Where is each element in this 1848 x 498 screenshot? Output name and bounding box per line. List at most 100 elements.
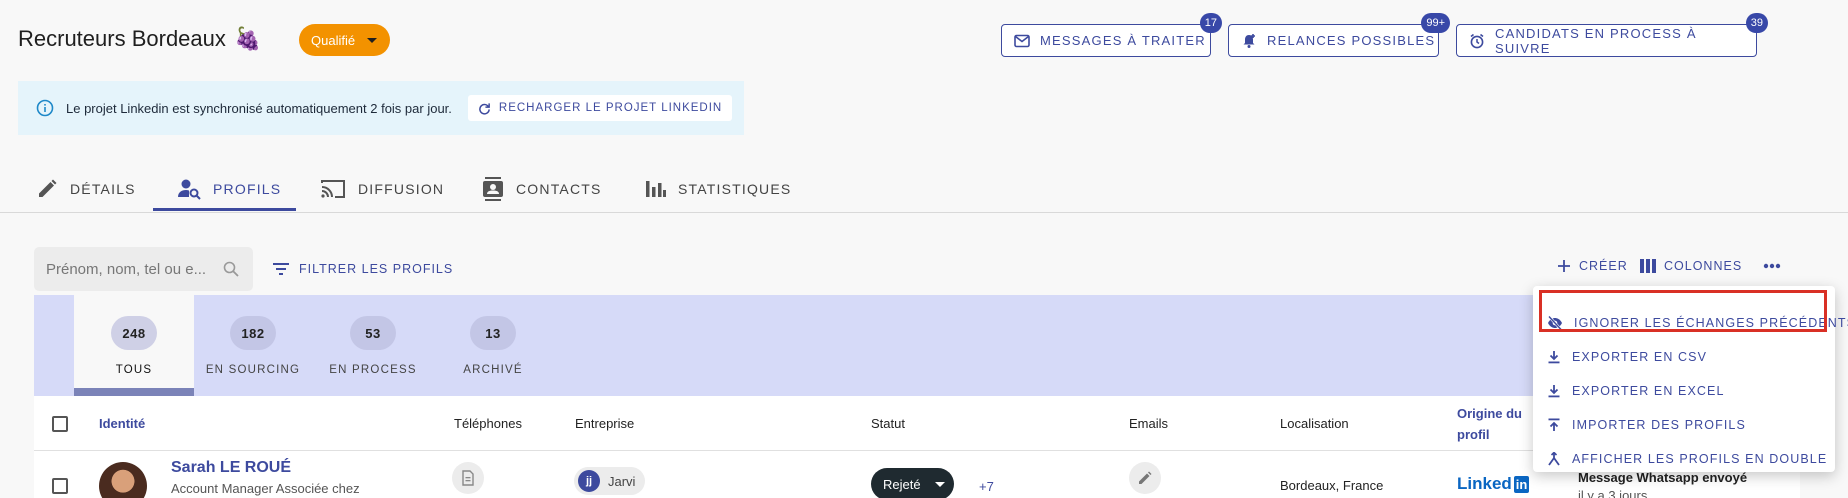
menu-item-show-duplicates[interactable]: AFFICHER LES PROFILS EN DOUBLE (1547, 448, 1827, 470)
candidate-status-dropdown[interactable]: Rejeté (871, 468, 954, 498)
filter-icon (273, 263, 289, 275)
columns-icon (1640, 259, 1656, 273)
phone-document-button[interactable] (452, 462, 484, 494)
more-horizontal-icon (1763, 263, 1781, 269)
reload-linkedin-project-button[interactable]: RECHARGER LE PROJET LINKEDIN (467, 95, 733, 121)
pencil-icon (36, 178, 58, 200)
mail-icon (1014, 34, 1030, 48)
create-button[interactable]: CRÉER (1557, 252, 1628, 280)
row-checkbox[interactable] (52, 478, 68, 494)
tab-statistics[interactable]: STATISTIQUES (646, 165, 791, 213)
refresh-icon (478, 102, 491, 115)
column-header-emails[interactable]: Emails (1129, 416, 1168, 431)
subtab-archived[interactable]: 13 ARCHIVÉ (433, 316, 553, 376)
info-icon (36, 99, 54, 117)
caret-down-icon (934, 481, 945, 487)
last-message-time: il y a 3 jours (1578, 488, 1648, 498)
candidates-in-process-label: CANDIDATS EN PROCESS À SUIVRE (1495, 25, 1697, 56)
messages-count-badge: 17 (1199, 13, 1222, 33)
candidate-location: Bordeaux, France (1280, 478, 1384, 493)
tab-contacts[interactable]: CONTACTS (482, 165, 602, 213)
linkedin-box: in (1513, 475, 1530, 493)
menu-item-label: AFFICHER LES PROFILS EN DOUBLE (1572, 452, 1828, 466)
project-status-dropdown[interactable]: Qualifié (299, 24, 390, 56)
subtab-all[interactable]: 248 TOUS (74, 316, 194, 376)
page-title: Recruteurs Bordeaux (18, 26, 226, 51)
subtab-in-process[interactable]: 53 EN PROCESS (313, 316, 433, 376)
banner-text: Le projet Linkedin est synchronisé autom… (66, 100, 452, 116)
main-tabs: DÉTAILS PROFILS DIFFUSION CONTACTS STATI… (0, 165, 1848, 213)
company-chip[interactable]: jj Jarvi (574, 467, 646, 495)
subtab-in-process-count: 53 (350, 316, 396, 350)
profile-search-input[interactable]: Prénom, nom, tel ou e... (34, 247, 253, 291)
tab-diffusion[interactable]: DIFFUSION (320, 165, 444, 213)
last-message: Message Whatsapp envoyé (1578, 470, 1748, 485)
active-subtab-indicator (74, 388, 194, 396)
create-label: CRÉER (1579, 259, 1628, 273)
candidate-name-link[interactable]: Sarah LE ROUÉ (171, 459, 291, 477)
menu-item-label: EXPORTER EN EXCEL (1572, 384, 1725, 398)
company-logo: jj (578, 470, 600, 492)
column-header-origin-line2[interactable]: profil (1457, 427, 1490, 442)
column-header-location[interactable]: Localisation (1280, 416, 1349, 431)
menu-item-export-excel[interactable]: EXPORTER EN EXCEL (1547, 380, 1725, 402)
menu-item-label: IMPORTER DES PROFILS (1572, 418, 1746, 432)
tab-profiles[interactable]: PROFILS (177, 165, 281, 213)
candidate-status-label: Rejeté (883, 476, 921, 492)
column-header-phones[interactable]: Téléphones (454, 416, 522, 431)
download-icon (1547, 350, 1561, 364)
grape-emoji-icon: 🍇 (234, 26, 262, 51)
subtab-all-label: TOUS (115, 364, 153, 376)
linkedin-logo-icon[interactable]: Linked in (1457, 474, 1530, 494)
column-header-origin-line1[interactable]: Origine du (1457, 406, 1522, 421)
menu-item-import-profiles[interactable]: IMPORTER DES PROFILS (1547, 414, 1746, 436)
linkedin-sync-banner: Le projet Linkedin est synchronisé autom… (18, 81, 744, 135)
subtab-sourcing-label: EN SOURCING (205, 364, 301, 376)
columns-button[interactable]: COLONNES (1640, 252, 1742, 280)
column-header-status[interactable]: Statut (871, 416, 905, 431)
document-icon (461, 470, 475, 486)
menu-item-export-csv[interactable]: EXPORTER EN CSV (1547, 346, 1707, 368)
candidate-role: Account Manager Associée chez (171, 481, 360, 496)
upload-icon (1547, 418, 1561, 432)
column-header-identity[interactable]: Identité (99, 416, 145, 431)
more-statuses-count[interactable]: +7 (979, 479, 994, 494)
candidates-count-badge: 39 (1745, 13, 1768, 33)
download-icon (1547, 384, 1561, 398)
subtab-sourcing-count: 182 (230, 316, 276, 350)
messages-to-process-label: MESSAGES À TRAITER (1040, 33, 1206, 48)
highlight-box (1539, 290, 1827, 332)
search-icon (223, 261, 239, 277)
column-header-company[interactable]: Entreprise (575, 416, 634, 431)
subtab-sourcing[interactable]: 182 EN SOURCING (193, 316, 313, 376)
possible-followups-label: RELANCES POSSIBLES (1267, 33, 1436, 48)
caret-down-icon (367, 37, 378, 43)
tab-contacts-label: CONTACTS (516, 181, 602, 197)
tab-statistics-label: STATISTIQUES (678, 181, 792, 197)
linkedin-wordmark: Linked (1457, 474, 1512, 493)
alarm-icon (1469, 33, 1485, 49)
tab-diffusion-label: DIFFUSION (358, 181, 445, 197)
subtab-in-process-label: EN PROCESS (329, 364, 417, 376)
tab-details-label: DÉTAILS (70, 181, 136, 197)
subtab-archived-label: ARCHIVÉ (463, 364, 523, 376)
candidates-in-process-button[interactable]: CANDIDATS EN PROCESS À SUIVRE 39 (1456, 13, 1768, 57)
select-all-checkbox[interactable] (52, 416, 68, 432)
columns-label: COLONNES (1664, 259, 1743, 273)
plus-icon (1557, 259, 1571, 273)
edit-email-button[interactable] (1129, 462, 1161, 494)
bar-chart-icon (646, 179, 666, 199)
possible-followups-button[interactable]: RELANCES POSSIBLES 99+ (1228, 13, 1450, 57)
project-status-label: Qualifié (311, 32, 356, 48)
menu-item-label: EXPORTER EN CSV (1572, 350, 1708, 364)
reload-linkedin-project-label: RECHARGER LE PROJET LINKEDIN (498, 102, 723, 114)
bell-plus-icon (1241, 33, 1257, 49)
messages-to-process-button[interactable]: MESSAGES À TRAITER 17 (1001, 13, 1222, 57)
filter-profiles-button[interactable]: FILTRER LES PROFILS (273, 255, 453, 283)
tab-details[interactable]: DÉTAILS (36, 165, 136, 213)
merge-icon (1547, 452, 1561, 466)
pencil-icon (1138, 471, 1152, 485)
more-options-button[interactable] (1763, 252, 1781, 280)
company-name: Jarvi (608, 473, 636, 489)
followups-count-badge: 99+ (1421, 13, 1450, 33)
